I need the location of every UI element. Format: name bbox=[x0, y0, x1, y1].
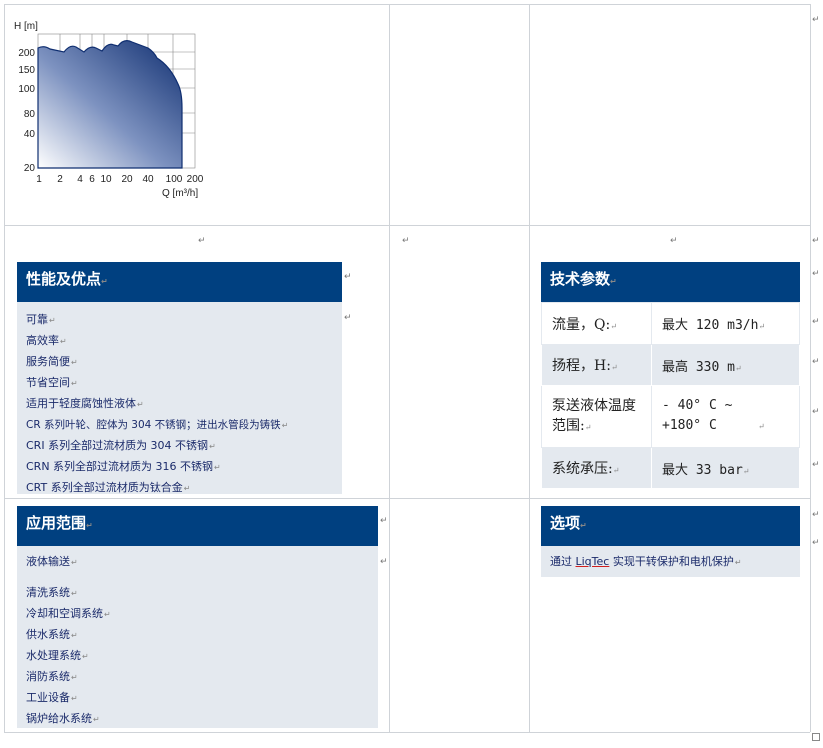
list-item: 锅炉给水系统↵ bbox=[26, 712, 100, 725]
performance-header: 性能及优点↵ bbox=[17, 262, 342, 302]
y-tick-label: 100 bbox=[18, 84, 35, 95]
x-axis-title: Q [m³/h] bbox=[162, 188, 198, 199]
list-item: 液体输送↵ bbox=[26, 555, 78, 568]
list-item: 冷却和空调系统↵ bbox=[26, 607, 111, 620]
list-item: CR 系列叶轮、腔体为 304 不锈钢；进出水管段为铸铁↵ bbox=[26, 419, 289, 431]
y-tick-label: 200 bbox=[18, 48, 35, 59]
x-tick-label: 20 bbox=[121, 174, 133, 185]
param-value: 最大 120 m3/h↵ bbox=[651, 302, 800, 345]
y-tick-labels: 200 150 100 80 60 40 20 bbox=[18, 48, 35, 174]
list-item: 节省空间↵ bbox=[26, 376, 78, 389]
return-mark: ↵ bbox=[812, 317, 820, 327]
param-label: 泵送液体温度范围:↵ bbox=[541, 385, 652, 448]
y-tick-label: 20 bbox=[24, 163, 36, 174]
list-item: 清洗系统↵ bbox=[26, 586, 78, 599]
tech-params-header: 技术参数↵ bbox=[541, 262, 800, 302]
y-tick-label: 150 bbox=[18, 65, 35, 76]
return-mark: ↵ bbox=[812, 510, 820, 520]
return-mark: ↵ bbox=[812, 357, 820, 367]
table-border-left bbox=[4, 4, 5, 732]
return-mark: ↵ bbox=[812, 538, 820, 548]
table-row: 扬程，H:↵ 最高 330 m↵ bbox=[541, 344, 800, 386]
param-value: 最高 330 m↵ bbox=[651, 344, 800, 386]
param-value: 最大 33 bar↵ bbox=[651, 447, 800, 489]
performance-curve-chart: H [m] 200 150 100 80 60 40 20 1 2 4 6 10… bbox=[14, 21, 204, 199]
application-list: 液体输送↵ 清洗系统↵ 冷却和空调系统↵ 供水系统↵ 水处理系统↵ 消防系统↵ … bbox=[17, 546, 378, 728]
tech-params-title: 技术参数 bbox=[550, 270, 611, 288]
y-tick-label: 80 bbox=[24, 109, 36, 120]
list-item: 服务简便↵ bbox=[26, 355, 78, 368]
table-border-right bbox=[810, 4, 811, 732]
return-mark: ↵ bbox=[812, 236, 820, 246]
tech-params-table: 流量，Q:↵ 最大 120 m3/h↵ 扬程，H:↵ 最高 330 m↵ 泵送液… bbox=[541, 302, 800, 489]
return-mark: ↵ bbox=[812, 407, 820, 417]
list-item: CRT 系列全部过流材质为钛合金↵ bbox=[26, 481, 191, 494]
return-mark: ↵ bbox=[198, 236, 206, 246]
table-corner-handle[interactable] bbox=[812, 733, 820, 741]
return-mark: ↵ bbox=[380, 516, 388, 526]
return-mark: ↵ bbox=[402, 236, 410, 246]
list-item: CRN 系列全部过流材质为 316 不锈钢↵ bbox=[26, 460, 221, 473]
list-item: 供水系统↵ bbox=[26, 628, 78, 641]
return-mark: ↵ bbox=[670, 236, 678, 246]
x-tick-label: 10 bbox=[100, 174, 112, 185]
performance-title: 性能及优点 bbox=[26, 270, 102, 288]
y-axis-title: H [m] bbox=[14, 21, 38, 32]
liqtec-brand: LiqTec bbox=[575, 555, 610, 568]
list-item: 水处理系统↵ bbox=[26, 649, 89, 662]
options-body: 通过 LiqTec 实现干转保护和电机保护↵ bbox=[541, 546, 800, 577]
x-tick-label: 1 bbox=[36, 174, 42, 185]
param-label: 系统承压:↵ bbox=[541, 447, 652, 489]
x-tick-label: 2 bbox=[57, 174, 63, 185]
options-text: 通过 LiqTec 实现干转保护和电机保护↵ bbox=[550, 555, 742, 568]
options-title: 选项 bbox=[550, 514, 581, 532]
table-border-row1 bbox=[4, 225, 810, 226]
param-label: 扬程，H:↵ bbox=[541, 344, 652, 386]
x-tick-label: 200 bbox=[187, 174, 204, 185]
list-item: 适用于轻度腐蚀性液体↵ bbox=[26, 397, 144, 410]
table-row: 泵送液体温度范围:↵ - 40° C ~ +180° C ↵ bbox=[541, 385, 800, 448]
return-mark: ↵ bbox=[812, 15, 820, 25]
return-mark: ↵ bbox=[812, 269, 820, 279]
list-item: 消防系统↵ bbox=[26, 670, 78, 683]
list-item: 高效率↵ bbox=[26, 334, 67, 347]
application-title: 应用范围 bbox=[26, 514, 87, 532]
list-item: 可靠↵ bbox=[26, 313, 56, 326]
list-item: 工业设备↵ bbox=[26, 691, 78, 704]
y-tick-label: 40 bbox=[24, 129, 36, 140]
table-border-top bbox=[4, 4, 810, 5]
x-tick-label: 4 bbox=[77, 174, 83, 185]
table-border-col1 bbox=[389, 4, 390, 732]
list-item: CRI 系列全部过流材质为 304 不锈钢↵ bbox=[26, 439, 216, 452]
x-tick-labels: 1 2 4 6 10 20 40 100 200 bbox=[36, 174, 204, 185]
table-border-col2 bbox=[529, 4, 530, 732]
application-header: 应用范围↵ bbox=[17, 506, 378, 546]
param-value: - 40° C ~ +180° C ↵ bbox=[651, 385, 800, 448]
x-tick-label: 100 bbox=[166, 174, 183, 185]
x-tick-label: 40 bbox=[142, 174, 154, 185]
return-mark: ↵ bbox=[812, 460, 820, 470]
param-label: 流量，Q:↵ bbox=[541, 302, 652, 345]
table-row: 系统承压:↵ 最大 33 bar↵ bbox=[541, 447, 800, 489]
x-tick-label: 6 bbox=[89, 174, 95, 185]
return-mark: ↵ bbox=[344, 313, 352, 323]
pump-performance-area bbox=[37, 40, 183, 169]
table-row: 流量，Q:↵ 最大 120 m3/h↵ bbox=[541, 302, 800, 345]
performance-list: 可靠↵ 高效率↵ 服务简便↵ 节省空间↵ 适用于轻度腐蚀性液体↵ CR 系列叶轮… bbox=[17, 302, 342, 494]
return-mark: ↵ bbox=[344, 272, 352, 282]
options-header: 选项↵ bbox=[541, 506, 800, 546]
table-border-bottom bbox=[4, 732, 810, 733]
return-mark: ↵ bbox=[380, 557, 388, 567]
